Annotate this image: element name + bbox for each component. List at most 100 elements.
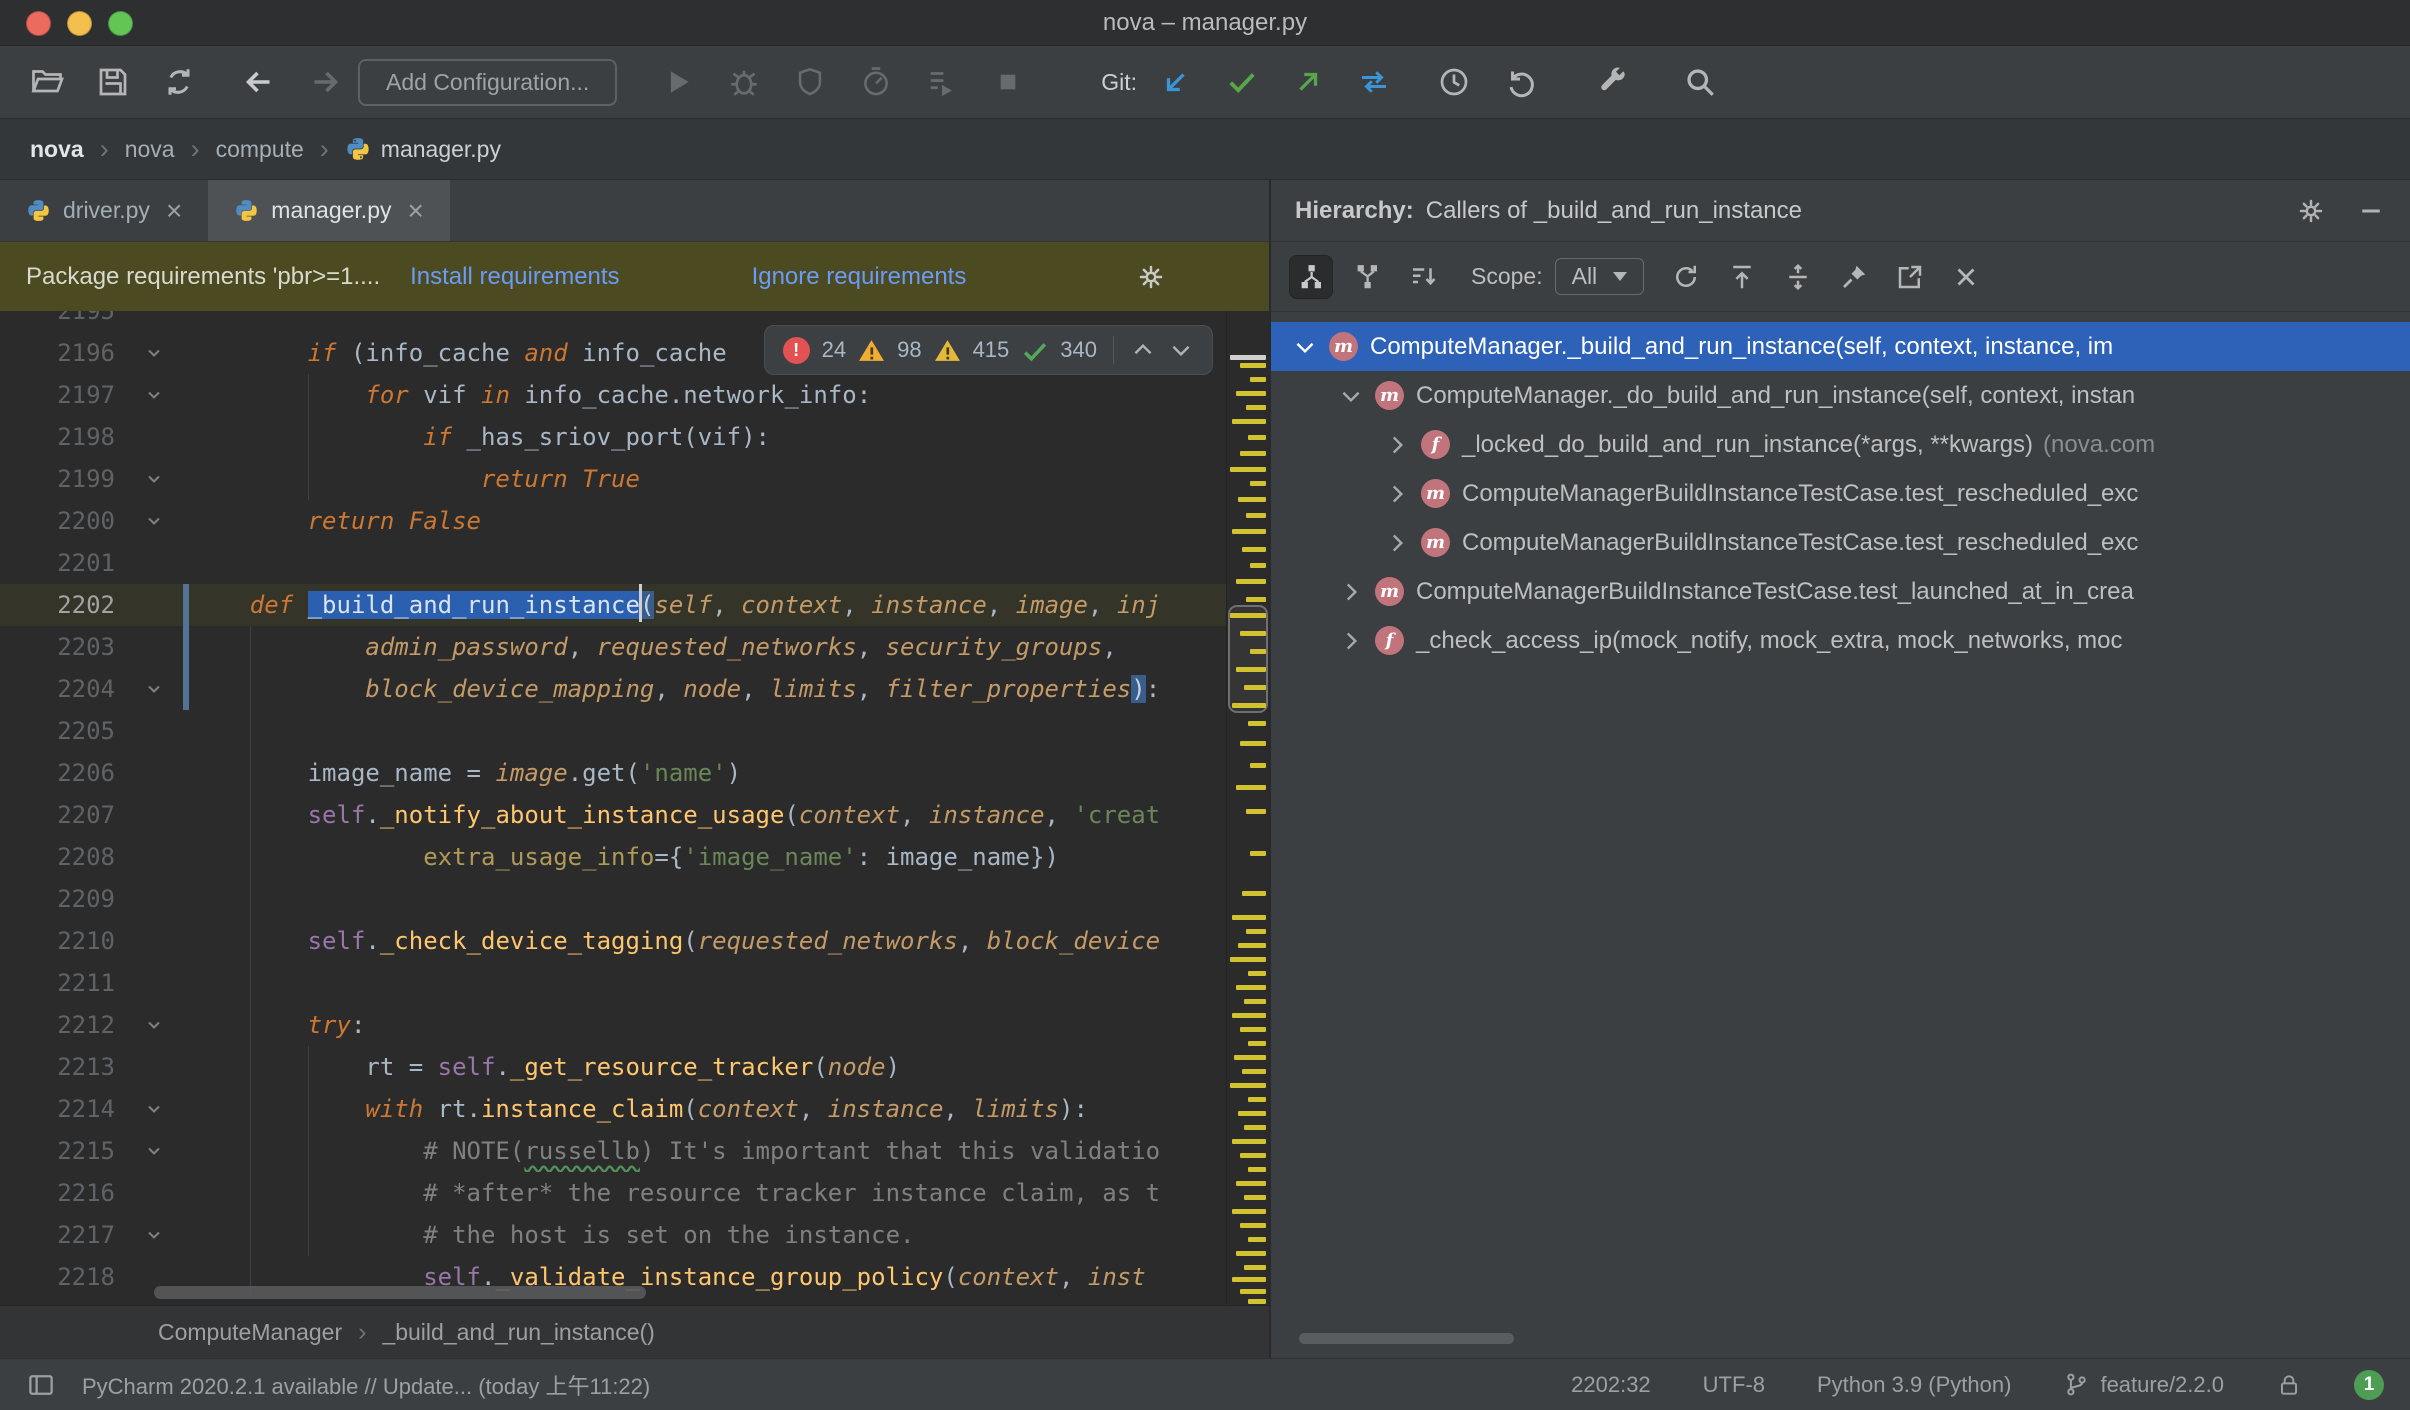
breadcrumb-item-nova[interactable]: nova xyxy=(125,136,175,163)
fold-icon[interactable] xyxy=(115,332,192,374)
fold-icon[interactable] xyxy=(115,1214,192,1256)
breadcrumb-method[interactable]: _build_and_run_instance() xyxy=(382,1319,654,1346)
line-number[interactable]: 2219 xyxy=(0,1298,115,1305)
chevron-right-icon[interactable] xyxy=(1383,529,1411,557)
refresh-icon[interactable] xyxy=(1664,255,1708,299)
inspections-widget[interactable]: ! 24 98 415 340 xyxy=(764,325,1213,375)
breadcrumb-item-project[interactable]: nova xyxy=(30,136,84,163)
vertical-scrollbar-thumb[interactable] xyxy=(1228,605,1268,713)
line-number[interactable]: 2204 xyxy=(0,668,115,710)
chevron-down-icon[interactable] xyxy=(1291,333,1319,361)
hierarchy-row[interactable]: mComputeManager._build_and_run_instance(… xyxy=(1271,322,2410,371)
pin-icon[interactable] xyxy=(1832,255,1876,299)
breadcrumb-class[interactable]: ComputeManager xyxy=(158,1319,342,1346)
tool-window-toggle-icon[interactable] xyxy=(26,1370,56,1400)
fold-icon[interactable] xyxy=(115,458,192,500)
hierarchy-row[interactable]: mComputeManagerBuildInstanceTestCase.tes… xyxy=(1271,567,2410,616)
build-wrench-icon[interactable] xyxy=(1593,63,1631,101)
export-icon[interactable] xyxy=(1888,255,1932,299)
file-encoding[interactable]: UTF-8 xyxy=(1703,1372,1765,1398)
code-line[interactable]: 2197 for vif in info_cache.network_info: xyxy=(0,374,1227,416)
line-number[interactable]: 2205 xyxy=(0,710,115,752)
line-number[interactable]: 2200 xyxy=(0,500,115,542)
breadcrumb-item-compute[interactable]: compute xyxy=(216,136,304,163)
line-number[interactable]: 2212 xyxy=(0,1004,115,1046)
close-icon[interactable] xyxy=(1944,255,1988,299)
history-icon[interactable] xyxy=(1435,63,1473,101)
back-icon[interactable] xyxy=(240,63,278,101)
line-number[interactable]: 2195 xyxy=(0,311,115,332)
line-number[interactable]: 2196 xyxy=(0,332,115,374)
line-number[interactable]: 2206 xyxy=(0,752,115,794)
code-line[interactable]: 2210 self._check_device_tagging(requeste… xyxy=(0,920,1227,962)
code-line[interactable]: 2201 xyxy=(0,542,1227,584)
fold-icon[interactable] xyxy=(115,374,192,416)
ignore-requirements-link[interactable]: Ignore requirements xyxy=(752,263,967,291)
code-line[interactable]: 2206 image_name = image.get('name') xyxy=(0,752,1227,794)
search-everywhere-icon[interactable] xyxy=(1681,63,1719,101)
scope-dropdown[interactable]: All xyxy=(1555,258,1645,295)
fold-icon[interactable] xyxy=(115,1004,192,1046)
hierarchy-row[interactable]: mComputeManager._do_build_and_run_instan… xyxy=(1271,371,2410,420)
tab-driver-py[interactable]: driver.py × xyxy=(0,180,208,241)
code-line[interactable]: 2198 if _has_sriov_port(vif): xyxy=(0,416,1227,458)
fold-icon[interactable] xyxy=(115,668,192,710)
line-number[interactable]: 2218 xyxy=(0,1256,115,1298)
line-number[interactable]: 2210 xyxy=(0,920,115,962)
code-line[interactable]: 2209 xyxy=(0,878,1227,920)
git-push-icon[interactable] xyxy=(1289,63,1327,101)
add-configuration-button[interactable]: Add Configuration... xyxy=(358,59,617,106)
fold-icon[interactable] xyxy=(115,1130,192,1172)
line-number[interactable]: 2214 xyxy=(0,1088,115,1130)
code-line[interactable]: 2207 self._notify_about_instance_usage(c… xyxy=(0,794,1227,836)
python-interpreter[interactable]: Python 3.9 (Python) xyxy=(1817,1372,2011,1398)
line-number[interactable]: 2217 xyxy=(0,1214,115,1256)
error-stripe[interactable] xyxy=(1226,311,1269,1305)
debug-icon[interactable] xyxy=(725,63,763,101)
code-line[interactable]: 2212 try: xyxy=(0,1004,1227,1046)
code-line[interactable]: 2205 xyxy=(0,710,1227,752)
hierarchy-row[interactable]: mComputeManagerBuildInstanceTestCase.tes… xyxy=(1271,518,2410,567)
close-tab-icon[interactable]: × xyxy=(166,197,182,225)
previous-problem-icon[interactable] xyxy=(1130,337,1156,363)
close-window-button[interactable] xyxy=(26,11,51,36)
line-number[interactable]: 2211 xyxy=(0,962,115,1004)
save-all-icon[interactable] xyxy=(94,63,132,101)
line-number[interactable]: 2215 xyxy=(0,1130,115,1172)
line-number[interactable]: 2199 xyxy=(0,458,115,500)
status-message[interactable]: PyCharm 2020.2.1 available // Update... … xyxy=(82,1369,650,1401)
expand-all-icon[interactable] xyxy=(1776,255,1820,299)
event-log-badge[interactable]: 1 xyxy=(2354,1370,2384,1400)
code-line[interactable]: 2211 xyxy=(0,962,1227,1004)
base-on-this-method-icon[interactable] xyxy=(1720,255,1764,299)
line-number[interactable]: 2209 xyxy=(0,878,115,920)
stop-icon[interactable] xyxy=(989,63,1027,101)
callee-hierarchy-icon[interactable] xyxy=(1345,255,1389,299)
synchronize-icon[interactable] xyxy=(160,63,198,101)
gear-icon[interactable] xyxy=(2296,196,2326,226)
rollback-icon[interactable] xyxy=(1501,63,1539,101)
fold-icon[interactable] xyxy=(115,1088,192,1130)
editor[interactable]: 21952196 if (info_cache and info_cache21… xyxy=(0,311,1269,1305)
hierarchy-row[interactable]: f_locked_do_build_and_run_instance(*args… xyxy=(1271,420,2410,469)
line-number[interactable]: 2198 xyxy=(0,416,115,458)
line-number[interactable]: 2197 xyxy=(0,374,115,416)
hierarchy-row[interactable]: f_check_access_ip(mock_notify, mock_extr… xyxy=(1271,616,2410,665)
breadcrumb-item-file[interactable]: manager.py xyxy=(345,136,501,163)
forward-icon[interactable] xyxy=(306,63,344,101)
line-number[interactable]: 2216 xyxy=(0,1172,115,1214)
horizontal-scrollbar-thumb[interactable] xyxy=(1299,1333,1514,1344)
line-number[interactable]: 2207 xyxy=(0,794,115,836)
line-number[interactable]: 2203 xyxy=(0,626,115,668)
line-number[interactable]: 2201 xyxy=(0,542,115,584)
code-line[interactable]: 2219 xyxy=(0,1298,1227,1305)
code-line[interactable]: 2214 with rt.instance_claim(context, ins… xyxy=(0,1088,1227,1130)
chevron-down-icon[interactable] xyxy=(1337,382,1365,410)
git-compare-icon[interactable] xyxy=(1355,63,1393,101)
code-line[interactable]: 2215 # NOTE(russellb) It's important tha… xyxy=(0,1130,1227,1172)
code-line[interactable]: 2199 return True xyxy=(0,458,1227,500)
open-project-icon[interactable] xyxy=(28,63,66,101)
fold-icon[interactable] xyxy=(115,500,192,542)
git-update-icon[interactable] xyxy=(1157,63,1195,101)
hide-tool-window-icon[interactable] xyxy=(2356,196,2386,226)
